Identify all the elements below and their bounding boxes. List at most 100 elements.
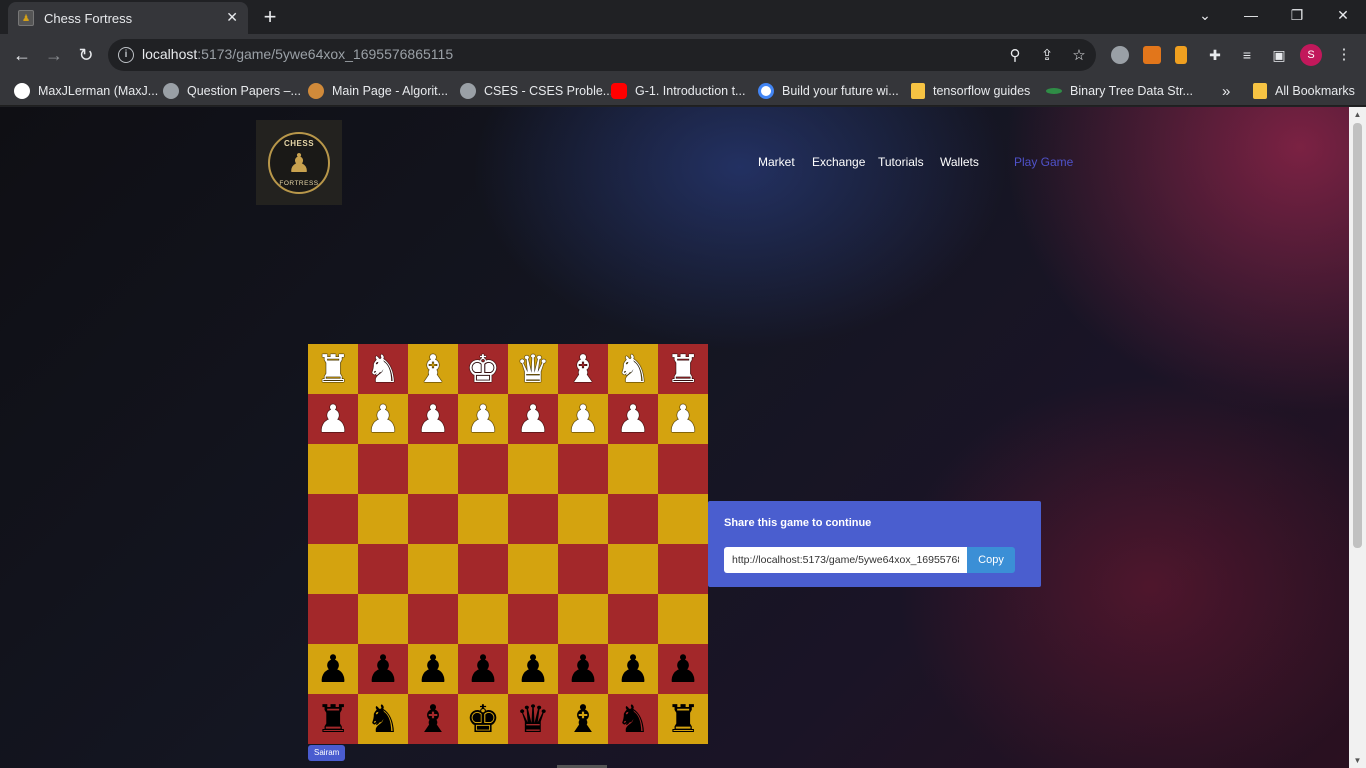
bookmark-item[interactable]: CSES - CSES Proble...: [460, 81, 613, 101]
puzzle-extensions-icon[interactable]: ✚: [1206, 46, 1224, 64]
globe-extension-icon[interactable]: [1111, 46, 1129, 64]
board-square[interactable]: ♛: [508, 694, 558, 744]
white-knight-icon[interactable]: ♞: [366, 350, 400, 388]
board-square[interactable]: [558, 594, 608, 644]
new-tab-button[interactable]: +: [258, 5, 282, 29]
chess-board[interactable]: ♜ ♞ ♝ ♚ ♛ ♝ ♞ ♜ ♟ ♟ ♟ ♟ ♟ ♟ ♟ ♟ ♟ ♟ ♟ ♟ ♟ ♟ ♟ ♟ ♜ ♞ ♝ ♚ ♛ ♝ ♞ ♜: [308, 344, 708, 744]
board-square[interactable]: ♟: [658, 644, 708, 694]
board-square[interactable]: ♜: [658, 694, 708, 744]
white-queen-icon[interactable]: ♛: [516, 350, 550, 388]
board-square[interactable]: [358, 444, 408, 494]
board-square[interactable]: ♟: [658, 394, 708, 444]
white-pawn-icon[interactable]: ♟: [516, 400, 550, 438]
white-pawn-icon[interactable]: ♟: [616, 400, 650, 438]
zoom-icon[interactable]: ⚲: [1006, 47, 1024, 65]
side-panel-icon[interactable]: ▣: [1270, 46, 1288, 64]
black-pawn-icon[interactable]: ♟: [466, 650, 500, 688]
nav-play-game[interactable]: Play Game: [1014, 155, 1073, 169]
board-square[interactable]: ♟: [408, 394, 458, 444]
tab-chess-fortress[interactable]: ♟ Chess Fortress ✕: [8, 2, 248, 34]
board-square[interactable]: [458, 494, 508, 544]
copy-button[interactable]: Copy: [967, 547, 1015, 573]
board-square[interactable]: [558, 544, 608, 594]
board-square[interactable]: ♝: [558, 344, 608, 394]
board-square[interactable]: [558, 494, 608, 544]
close-window-button[interactable]: ✕: [1320, 0, 1366, 30]
nav-exchange[interactable]: Exchange: [812, 155, 865, 169]
menu-kebab-icon[interactable]: ⋮: [1335, 46, 1353, 64]
board-square[interactable]: [358, 494, 408, 544]
bookmark-item[interactable]: MaxJLerman (MaxJ...: [14, 81, 158, 101]
board-square[interactable]: ♛: [508, 344, 558, 394]
extension-icon[interactable]: [1175, 46, 1187, 64]
board-square[interactable]: [608, 544, 658, 594]
board-square[interactable]: ♝: [558, 694, 608, 744]
black-knight-icon[interactable]: ♞: [616, 700, 650, 738]
bookmark-item[interactable]: Binary Tree Data Str...: [1046, 81, 1193, 101]
board-square[interactable]: ♟: [358, 394, 408, 444]
nav-wallets[interactable]: Wallets: [940, 155, 979, 169]
board-square[interactable]: ♞: [358, 694, 408, 744]
board-square[interactable]: [658, 494, 708, 544]
white-pawn-icon[interactable]: ♟: [666, 400, 700, 438]
black-pawn-icon[interactable]: ♟: [566, 650, 600, 688]
board-square[interactable]: [308, 594, 358, 644]
board-square[interactable]: [358, 544, 408, 594]
scroll-down-icon[interactable]: ▼: [1353, 756, 1362, 765]
site-info-icon[interactable]: i: [118, 47, 134, 63]
board-square[interactable]: ♞: [608, 344, 658, 394]
board-square[interactable]: ♜: [658, 344, 708, 394]
board-square[interactable]: [458, 444, 508, 494]
board-square[interactable]: ♝: [408, 694, 458, 744]
board-square[interactable]: ♜: [308, 344, 358, 394]
board-square[interactable]: ♟: [608, 394, 658, 444]
bookmarks-overflow-button[interactable]: »: [1222, 81, 1230, 101]
tab-search-icon[interactable]: ⌄: [1182, 0, 1228, 30]
board-square[interactable]: [308, 544, 358, 594]
share-icon[interactable]: ⇪: [1038, 47, 1056, 65]
board-square[interactable]: ♚: [458, 694, 508, 744]
board-square[interactable]: [508, 544, 558, 594]
board-square[interactable]: [658, 444, 708, 494]
board-square[interactable]: ♟: [308, 644, 358, 694]
board-square[interactable]: [408, 494, 458, 544]
black-pawn-icon[interactable]: ♟: [366, 650, 400, 688]
black-knight-icon[interactable]: ♞: [366, 700, 400, 738]
nav-tutorials[interactable]: Tutorials: [878, 155, 924, 169]
board-square[interactable]: [508, 444, 558, 494]
white-bishop-icon[interactable]: ♝: [566, 350, 600, 388]
board-square[interactable]: [408, 444, 458, 494]
bookmark-item[interactable]: Question Papers –...: [163, 81, 301, 101]
board-square[interactable]: [608, 444, 658, 494]
url-text[interactable]: localhost:5173/game/5ywe64xox_1695576865…: [142, 46, 453, 62]
scrollbar-thumb[interactable]: [1353, 123, 1362, 548]
white-rook-icon[interactable]: ♜: [316, 350, 350, 388]
scroll-up-icon[interactable]: ▲: [1353, 110, 1362, 119]
board-square[interactable]: ♟: [508, 644, 558, 694]
board-square[interactable]: [458, 594, 508, 644]
bookmark-item[interactable]: tensorflow guides: [911, 81, 1030, 101]
address-bar[interactable]: i localhost:5173/game/5ywe64xox_16955768…: [108, 39, 1096, 71]
board-square[interactable]: ♚: [458, 344, 508, 394]
board-square[interactable]: ♟: [408, 644, 458, 694]
bookmark-item[interactable]: Build your future wi...: [758, 81, 899, 101]
board-square[interactable]: ♟: [558, 644, 608, 694]
black-bishop-icon[interactable]: ♝: [566, 700, 600, 738]
all-bookmarks-button[interactable]: All Bookmarks: [1253, 81, 1355, 101]
board-square[interactable]: [408, 594, 458, 644]
board-square[interactable]: [608, 494, 658, 544]
board-square[interactable]: [308, 444, 358, 494]
board-square[interactable]: [458, 544, 508, 594]
black-rook-icon[interactable]: ♜: [316, 700, 350, 738]
board-square[interactable]: [308, 494, 358, 544]
page-scrollbar[interactable]: ▲ ▼: [1349, 107, 1366, 768]
board-square[interactable]: ♟: [608, 644, 658, 694]
forward-arrow-icon[interactable]: →: [42, 43, 66, 67]
white-bishop-icon[interactable]: ♝: [416, 350, 450, 388]
bookmark-item[interactable]: G-1. Introduction t...: [611, 81, 745, 101]
board-square[interactable]: [658, 594, 708, 644]
black-pawn-icon[interactable]: ♟: [666, 650, 700, 688]
board-square[interactable]: [408, 544, 458, 594]
board-square[interactable]: ♟: [558, 394, 608, 444]
board-square[interactable]: ♜: [308, 694, 358, 744]
